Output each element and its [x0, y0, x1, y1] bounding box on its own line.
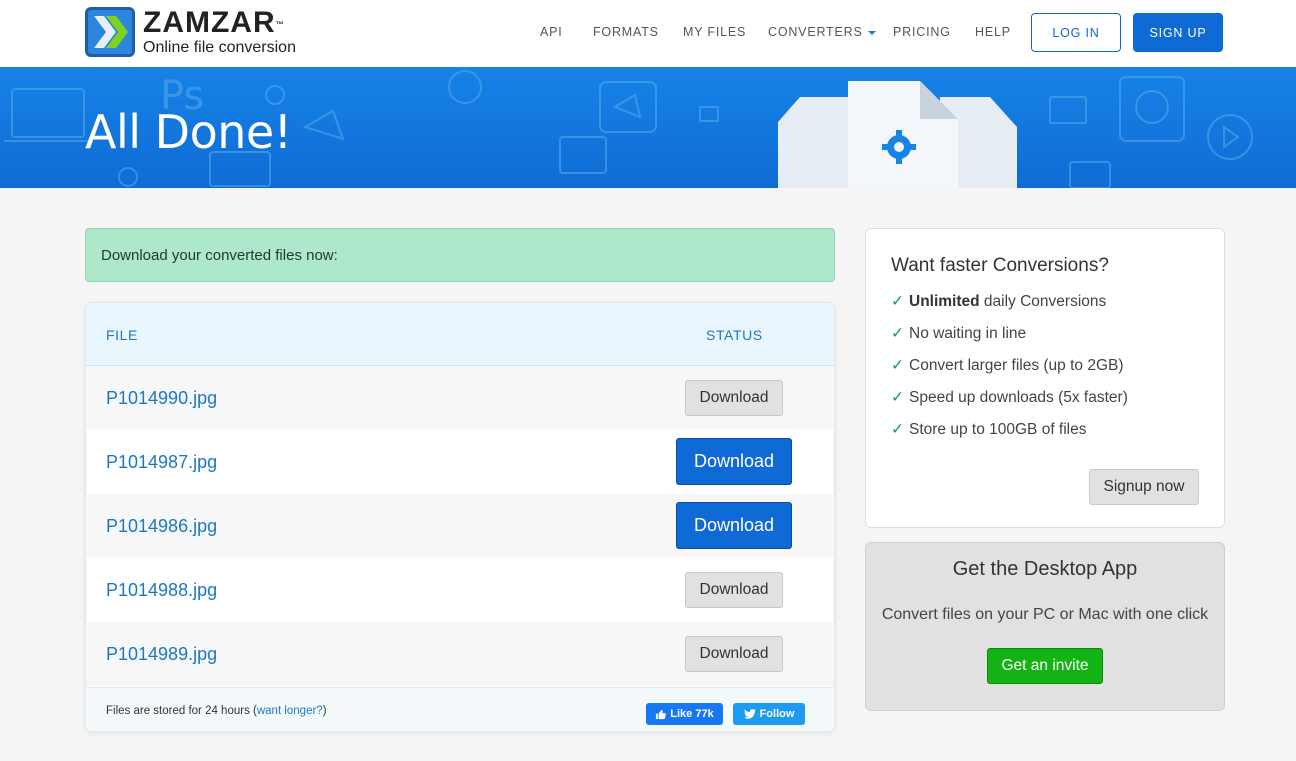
download-button[interactable]: Download [685, 572, 783, 608]
hero-banner: Ps All Done! [0, 67, 1296, 188]
desktop-app-card: Get the Desktop App Convert files on you… [865, 542, 1225, 711]
storage-note: Files are stored for 24 hours (want long… [106, 705, 327, 717]
nav-formats[interactable]: FORMATS [593, 25, 659, 39]
download-button[interactable]: Download [676, 502, 792, 549]
nav-converters-label: CONVERTERS [768, 25, 863, 39]
table-row: P1014987.jpg Download [86, 430, 834, 494]
upsell-title: Want faster Conversions? [891, 255, 1109, 276]
nav-help[interactable]: HELP [975, 25, 1011, 39]
thumbs-up-icon [656, 709, 667, 719]
table-row: P1014989.jpg Download [86, 622, 834, 686]
upsell-card: Want faster Conversions? ✓ Unlimited dail… [865, 228, 1225, 528]
alert-text: Download your converted files now: [101, 246, 338, 264]
desktop-app-subtitle: Convert files on your PC or Mac with one… [881, 606, 1209, 623]
download-button[interactable]: Download [685, 380, 783, 416]
table-row: P1014988.jpg Download [86, 558, 834, 622]
nav-pricing[interactable]: PRICING [893, 25, 951, 39]
table-body: P1014990.jpg Download P1014987.jpg Downl… [86, 366, 834, 686]
desktop-app-title: Get the Desktop App [952, 558, 1138, 580]
file-link[interactable]: P1014987.jpg [106, 452, 217, 473]
table-row: P1014986.jpg Download [86, 494, 834, 558]
file-link[interactable]: P1014986.jpg [106, 516, 217, 537]
download-button[interactable]: Download [676, 438, 792, 485]
nav-api[interactable]: API [540, 25, 563, 39]
file-link[interactable]: P1014989.jpg [106, 644, 217, 665]
download-table: FILE STATUS P1014990.jpg Download P10149… [85, 302, 835, 732]
table-header: FILE STATUS [86, 303, 834, 366]
main-nav: API FORMATS MY FILES CONVERTERS PRICING … [0, 0, 1296, 67]
column-header-file: FILE [106, 327, 138, 343]
benefit-bold: Unlimited [909, 293, 980, 310]
checkmark-icon: ✓ [891, 389, 904, 406]
follow-label: Follow [759, 708, 795, 720]
chevron-down-icon [867, 30, 876, 35]
checkmark-icon: ✓ [891, 357, 904, 374]
checkmark-icon: ✓ [891, 421, 904, 438]
benefit-item: ✓ Convert larger files (up to 2GB) [891, 356, 1124, 375]
checkmark-icon: ✓ [891, 325, 904, 342]
table-footer: Files are stored for 24 hours (want long… [86, 687, 834, 731]
page-title: All Done! [85, 105, 292, 159]
success-alert: Download your converted files now: [85, 228, 835, 282]
facebook-like-button[interactable]: Like 77k [646, 703, 723, 725]
site-header: ZAMZAR™ Online file conversion API FORMA… [0, 0, 1296, 67]
login-button[interactable]: LOG IN [1031, 13, 1121, 52]
nav-my-files[interactable]: MY FILES [683, 25, 746, 39]
benefit-text: Speed up downloads (5x faster) [909, 389, 1128, 406]
benefit-text: Convert larger files (up to 2GB) [909, 357, 1124, 374]
download-button[interactable]: Download [685, 636, 783, 672]
file-link[interactable]: P1014988.jpg [106, 580, 217, 601]
signup-now-button[interactable]: Signup now [1089, 469, 1199, 505]
twitter-follow-button[interactable]: Follow [733, 703, 805, 725]
like-label: Like 77k [670, 708, 714, 720]
benefit-item: ✓ Unlimited daily Conversions [891, 292, 1106, 311]
table-row: P1014990.jpg Download [86, 366, 834, 430]
file-link[interactable]: P1014990.jpg [106, 388, 217, 409]
twitter-bird-icon [743, 709, 756, 719]
get-invite-button[interactable]: Get an invite [987, 648, 1103, 684]
benefit-text: Store up to 100GB of files [909, 421, 1087, 438]
signup-button[interactable]: SIGN UP [1133, 13, 1223, 52]
benefit-text: No waiting in line [909, 325, 1027, 342]
benefit-item: ✓ No waiting in line [891, 324, 1026, 343]
benefit-item: ✓ Store up to 100GB of files [891, 420, 1087, 439]
benefit-item: ✓ Speed up downloads (5x faster) [891, 388, 1128, 407]
benefit-text: daily Conversions [979, 293, 1107, 310]
nav-converters[interactable]: CONVERTERS [768, 25, 876, 39]
checkmark-icon: ✓ [891, 293, 904, 310]
want-longer-link[interactable]: want longer? [257, 705, 323, 717]
column-header-status: STATUS [706, 327, 763, 343]
